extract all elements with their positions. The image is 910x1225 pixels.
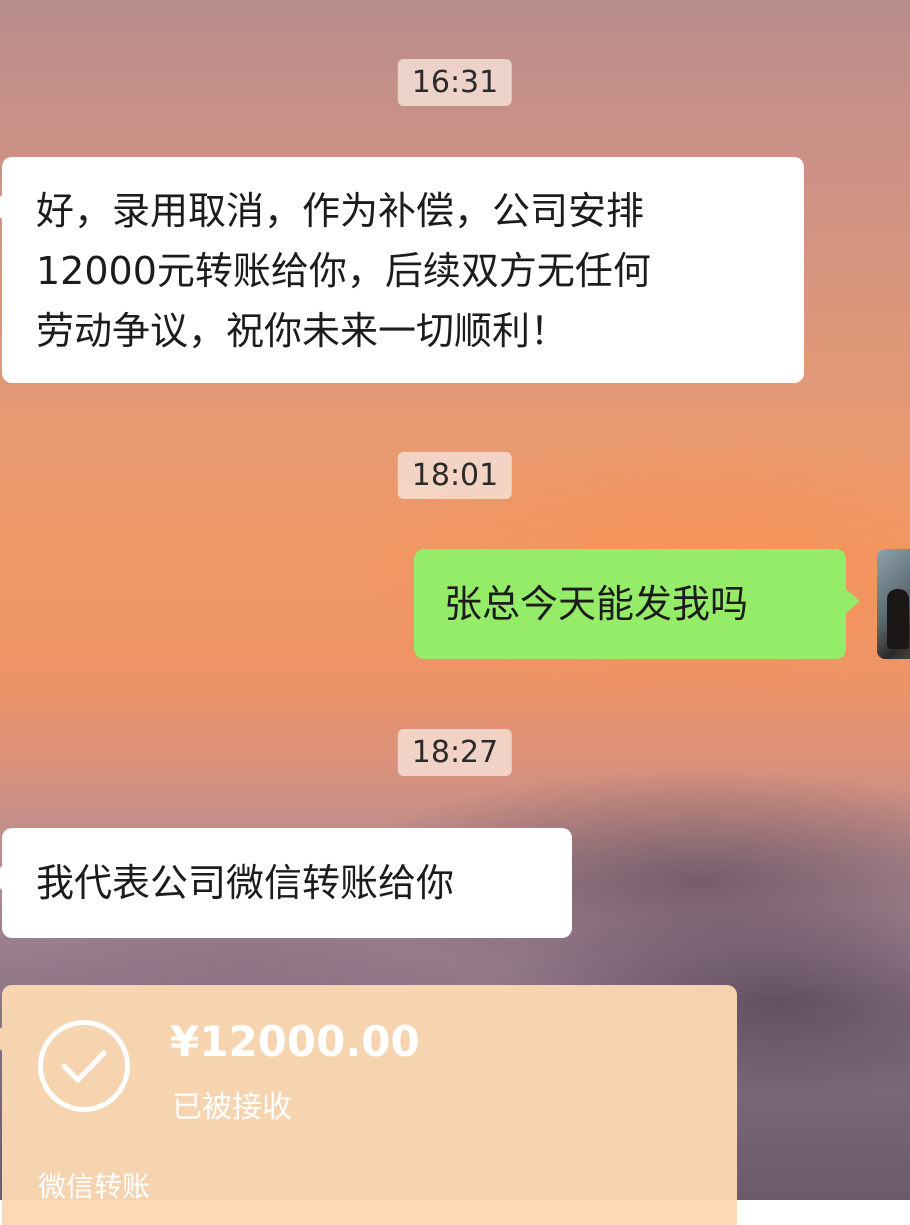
message-text-line: 好，录用取消，作为补偿，公司安排 xyxy=(36,189,645,233)
transfer-status: 已被接收 xyxy=(172,1090,292,1125)
check-circle-icon xyxy=(38,1020,130,1112)
check-icon xyxy=(61,1050,107,1083)
avatar-figure xyxy=(887,589,909,649)
message-text-line: 劳动争议，祝你未来一切顺利！ xyxy=(36,309,569,353)
transfer-label: 微信转账 xyxy=(38,1170,151,1203)
message-text: 我代表公司微信转账给你 xyxy=(36,861,455,905)
message-text-line: 12000元转账给你，后续双方无任何 xyxy=(36,249,651,293)
transfer-amount: ¥12000.00 xyxy=(170,1017,420,1066)
message-text: 张总今天能发我吗 xyxy=(444,582,749,626)
timestamp: 18:01 xyxy=(397,452,513,499)
incoming-message-bubble[interactable]: 我代表公司微信转账给你 xyxy=(0,828,572,938)
incoming-message-bubble[interactable]: 好，录用取消，作为补偿，公司安排 12000元转账给你，后续双方无任何 劳动争议… xyxy=(0,157,804,383)
transfer-card[interactable]: ¥12000.00 已被接收 微信转账 xyxy=(0,985,737,1225)
timestamp: 18:27 xyxy=(397,729,513,776)
outgoing-message-bubble[interactable]: 张总今天能发我吗 xyxy=(414,549,860,659)
timestamp: 16:31 xyxy=(397,59,513,106)
avatar[interactable] xyxy=(877,549,910,659)
